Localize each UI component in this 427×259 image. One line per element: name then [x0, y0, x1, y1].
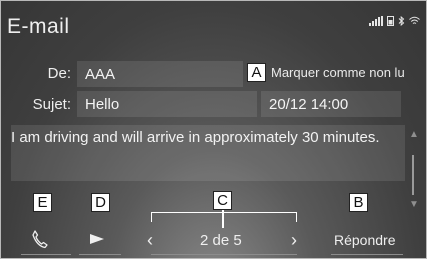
from-value: AAA	[85, 65, 116, 83]
next-message-button[interactable]: ›	[291, 230, 297, 251]
reply-button[interactable]: Répondre	[334, 232, 396, 248]
phone-icon	[32, 230, 48, 249]
previous-message-button[interactable]: ‹	[147, 230, 153, 251]
callout-a: A	[247, 63, 266, 82]
play-icon	[90, 234, 104, 244]
callout-e: E	[33, 193, 52, 212]
scroll-up-icon[interactable]: ▲	[409, 129, 419, 140]
datetime-value: 20/12 14:00	[269, 95, 349, 113]
reply-button-underline	[331, 254, 403, 255]
mark-unread-button[interactable]: Marquer comme non lu	[271, 65, 405, 80]
play-button-underline	[79, 254, 121, 255]
subject-label: Sujet:	[32, 96, 71, 113]
call-button-underline	[21, 254, 71, 255]
datetime-field: 20/12 14:00	[261, 91, 401, 117]
subject-value: Hello	[85, 95, 120, 113]
chevron-right-icon: ›	[291, 230, 297, 250]
callout-d: D	[91, 193, 110, 212]
signal-icon	[369, 16, 383, 26]
from-label: De:	[47, 65, 71, 82]
pager-underline	[151, 254, 297, 255]
play-button[interactable]	[89, 232, 105, 251]
callout-c: C	[213, 191, 232, 210]
subject-field: Hello	[77, 91, 257, 117]
call-button[interactable]	[31, 229, 49, 254]
status-bar	[369, 16, 420, 26]
scroll-down-icon[interactable]: ▼	[409, 199, 419, 210]
phone-battery-icon	[387, 16, 394, 26]
chevron-left-icon: ‹	[147, 230, 153, 250]
scroll-thumb[interactable]	[412, 155, 414, 195]
message-body: I am driving and will arrive in approxim…	[11, 129, 380, 146]
scrollbar[interactable]: ▲ ▼	[407, 125, 419, 217]
callout-c-bracket	[151, 212, 297, 222]
bluetooth-icon	[398, 16, 405, 26]
screen-title: E-mail	[7, 15, 70, 38]
email-screen: E-mail De: AAA A Marquer comme non lu Su…	[0, 0, 427, 259]
from-field: AAA	[77, 61, 243, 87]
page-indicator: 2 de 5	[200, 232, 242, 249]
callout-b: B	[349, 193, 368, 212]
wifi-icon	[409, 16, 420, 24]
